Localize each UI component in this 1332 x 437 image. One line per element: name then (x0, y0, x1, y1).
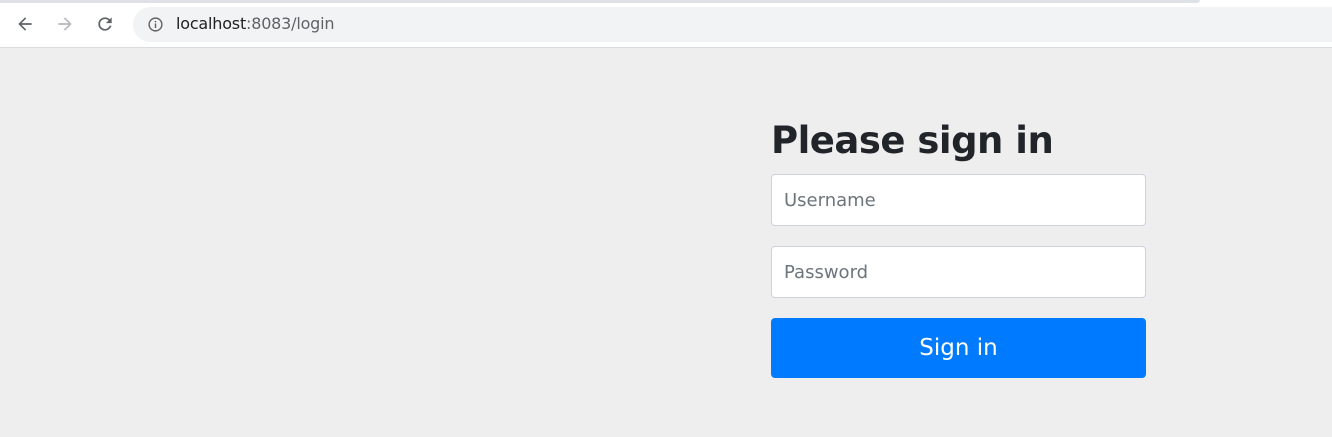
back-button[interactable] (9, 8, 41, 40)
sign-in-button[interactable]: Sign in (771, 318, 1146, 378)
page-title: Please sign in (771, 119, 1054, 162)
browser-toolbar: localhost:8083/login (0, 0, 1332, 48)
reload-button[interactable] (89, 8, 121, 40)
signin-form: Please sign in Sign in (771, 118, 1146, 378)
info-icon[interactable] (147, 16, 164, 33)
username-field[interactable] (771, 174, 1146, 226)
url-host: localhost (176, 14, 247, 33)
url-text[interactable]: localhost:8083/login (176, 14, 335, 33)
password-field[interactable] (771, 246, 1146, 298)
arrow-right-icon (58, 17, 72, 31)
address-bar[interactable]: localhost:8083/login (133, 7, 1332, 42)
arrow-left-icon (18, 17, 32, 31)
page-content: Please sign in Sign in (0, 48, 1332, 437)
tab-strip-edge (0, 0, 1200, 3)
url-path: :8083/login (246, 14, 335, 33)
forward-button[interactable] (49, 8, 81, 40)
reload-icon (98, 17, 112, 31)
